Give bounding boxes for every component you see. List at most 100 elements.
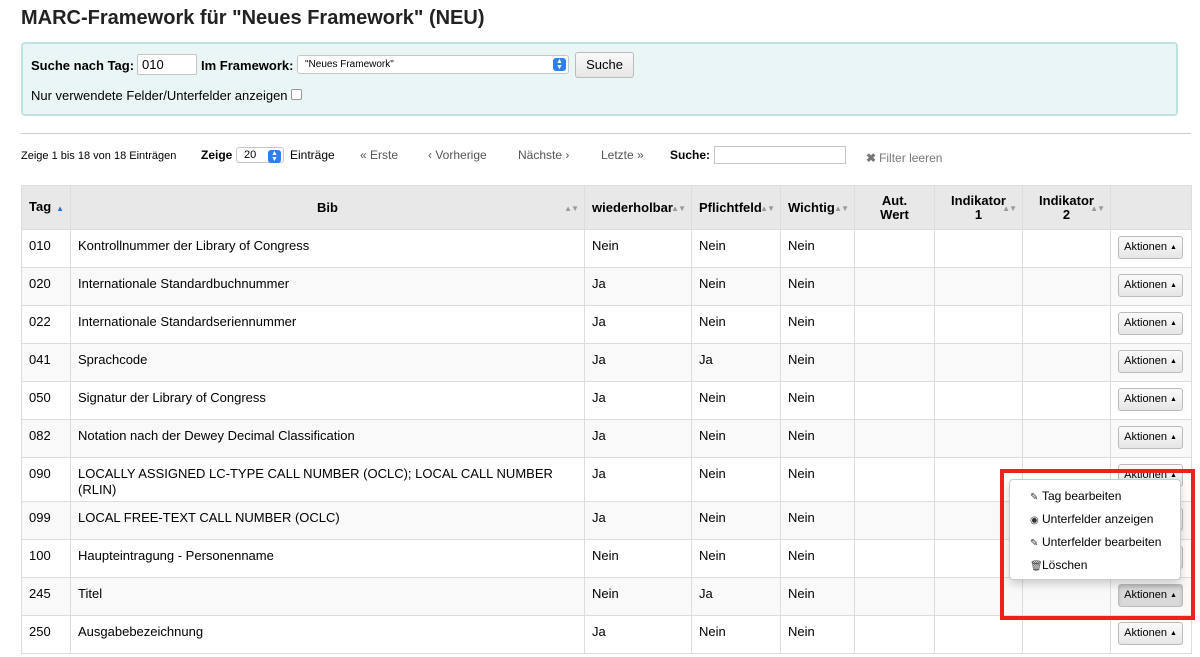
- caret-up-icon: ▲: [1169, 592, 1177, 599]
- cell-tag: 010: [21, 229, 71, 268]
- col-header-aut-value[interactable]: Aut. Wert: [854, 185, 935, 230]
- clear-filter-button[interactable]: ✖ Filter leeren: [866, 151, 942, 165]
- cell-repeatable: Ja: [584, 457, 692, 502]
- cell-indicator-2: [1022, 381, 1111, 420]
- cell-aut-value: [854, 577, 935, 616]
- actions-button[interactable]: Aktionen▲: [1118, 350, 1183, 373]
- tag-search-label: Suche nach Tag:: [31, 58, 135, 73]
- actions-button-label: Aktionen: [1124, 627, 1167, 639]
- actions-button[interactable]: Aktionen▲: [1118, 388, 1183, 411]
- clear-filter-label: Filter leeren: [879, 151, 943, 165]
- close-icon: ✖: [866, 151, 877, 165]
- pencil-icon: ✎: [1030, 538, 1039, 549]
- actions-button-label: Aktionen: [1124, 355, 1167, 367]
- search-button[interactable]: Suche: [575, 52, 634, 78]
- cell-indicator-2: [1022, 305, 1111, 344]
- entries-label: Einträge: [290, 148, 335, 162]
- col-header-mandatory[interactable]: Pflichtfeld ▲▼: [691, 185, 781, 230]
- table-row: 010 Kontrollnummer der Library of Congres…: [21, 229, 1192, 268]
- cell-mandatory: Ja: [691, 343, 781, 382]
- menu-item-label: Unterfelder bearbeiten: [1042, 535, 1162, 549]
- col-header-ind2-label: Indikator 2: [1039, 192, 1094, 222]
- table-search-label: Suche:: [670, 148, 711, 162]
- cell-aut-value: [854, 267, 935, 306]
- sort-ascending-icon: ▲: [56, 203, 65, 213]
- col-header-important[interactable]: Wichtig ▲▼: [780, 185, 855, 230]
- cell-aut-value: [854, 305, 935, 344]
- cell-repeatable: Ja: [584, 381, 692, 420]
- table-search-input[interactable]: [714, 146, 846, 164]
- cell-mandatory: Nein: [691, 267, 781, 306]
- col-header-bib[interactable]: Bib ▲▼: [70, 185, 585, 230]
- caret-up-icon: ▲: [1169, 358, 1177, 365]
- cell-repeatable: Ja: [584, 615, 692, 654]
- cell-mandatory: Nein: [691, 539, 781, 578]
- cell-bib: Notation nach der Dewey Decimal Classifi…: [70, 419, 585, 458]
- menu-item-edit-tag[interactable]: ✎ Tag bearbeiten: [1030, 489, 1121, 503]
- col-header-ind1-label: Indikator 1: [951, 192, 1006, 222]
- table-row: 022 Internationale Standardseriennummer Ja…: [21, 305, 1192, 344]
- used-only-checkbox[interactable]: [291, 89, 302, 100]
- col-header-tag[interactable]: Tag ▲: [21, 185, 71, 230]
- cell-important: Nein: [780, 419, 855, 458]
- cell-actions: Aktionen▲: [1110, 419, 1192, 458]
- tag-search-input[interactable]: [137, 54, 197, 75]
- actions-button[interactable]: Aktionen▲: [1118, 584, 1183, 607]
- cell-bib: Signatur der Library of Congress: [70, 381, 585, 420]
- divider: [21, 133, 1191, 134]
- menu-item-delete[interactable]: 🗑Löschen: [1030, 558, 1087, 572]
- cell-bib: Internationale Standardseriennummer: [70, 305, 585, 344]
- cell-repeatable: Ja: [584, 501, 692, 540]
- cell-mandatory: Nein: [691, 501, 781, 540]
- sort-icon: ▲▼: [760, 204, 775, 213]
- col-header-mandatory-label: Pflichtfeld: [699, 199, 762, 215]
- framework-select[interactable]: "Neues Framework" ▲ ▼: [297, 55, 569, 74]
- cell-mandatory: Ja: [691, 577, 781, 616]
- menu-item-edit-subfields[interactable]: ✎ Unterfelder bearbeiten: [1030, 535, 1161, 549]
- table-row: 082 Notation nach der Dewey Decimal Class…: [21, 419, 1192, 458]
- menu-item-show-subfields[interactable]: ◉ Unterfelder anzeigen: [1030, 512, 1153, 526]
- cell-indicator-1: [934, 419, 1023, 458]
- cell-aut-value: [854, 457, 935, 502]
- caret-up-icon: ▲: [1169, 282, 1177, 289]
- cell-repeatable: Ja: [584, 305, 692, 344]
- previous-page-button[interactable]: ‹ Vorherige: [428, 148, 487, 162]
- actions-button-label: Aktionen: [1124, 317, 1167, 329]
- cell-indicator-1: [934, 615, 1023, 654]
- actions-button[interactable]: Aktionen▲: [1118, 622, 1183, 645]
- col-header-actions: [1110, 185, 1192, 230]
- table-row: 245 Titel Nein Ja Nein Aktionen ▲: [21, 577, 1192, 616]
- last-page-button[interactable]: Letzte »: [601, 148, 644, 162]
- cell-aut-value: [854, 229, 935, 268]
- cell-bib: Internationale Standardbuchnummer: [70, 267, 585, 306]
- page-length-select[interactable]: 20 ▲ ▼: [236, 147, 284, 163]
- col-header-indicator-2[interactable]: Indikator 2 ▲▼: [1022, 185, 1111, 230]
- cell-indicator-2: [1022, 343, 1111, 382]
- actions-button[interactable]: Aktionen▲: [1118, 312, 1183, 335]
- actions-button-label: Aktionen: [1124, 431, 1167, 443]
- cell-actions: Aktionen▲: [1110, 381, 1192, 420]
- page-length-value: 20: [244, 149, 257, 161]
- cell-important: Nein: [780, 457, 855, 502]
- actions-button[interactable]: Aktionen▲: [1118, 426, 1183, 449]
- cell-repeatable: Nein: [584, 577, 692, 616]
- first-page-button[interactable]: « Erste: [360, 148, 398, 162]
- cell-indicator-2: [1022, 229, 1111, 268]
- actions-button[interactable]: Aktionen▲: [1118, 274, 1183, 297]
- cell-tag: 250: [21, 615, 71, 654]
- actions-button[interactable]: Aktionen▲: [1118, 236, 1183, 259]
- cell-important: Nein: [780, 267, 855, 306]
- cell-indicator-1: [934, 343, 1023, 382]
- col-header-indicator-1[interactable]: Indikator 1 ▲▼: [934, 185, 1023, 230]
- cell-actions: Aktionen▲: [1110, 305, 1192, 344]
- cell-tag: 050: [21, 381, 71, 420]
- cell-important: Nein: [780, 577, 855, 616]
- cell-repeatable: Nein: [584, 229, 692, 268]
- cell-tag: 100: [21, 539, 71, 578]
- cell-bib: Titel: [70, 577, 585, 616]
- next-page-button[interactable]: Nächste ›: [518, 148, 569, 162]
- cell-important: Nein: [780, 229, 855, 268]
- cell-tag: 099: [21, 501, 71, 540]
- col-header-repeatable[interactable]: wiederholbar ▲▼: [584, 185, 692, 230]
- cell-indicator-1: [934, 381, 1023, 420]
